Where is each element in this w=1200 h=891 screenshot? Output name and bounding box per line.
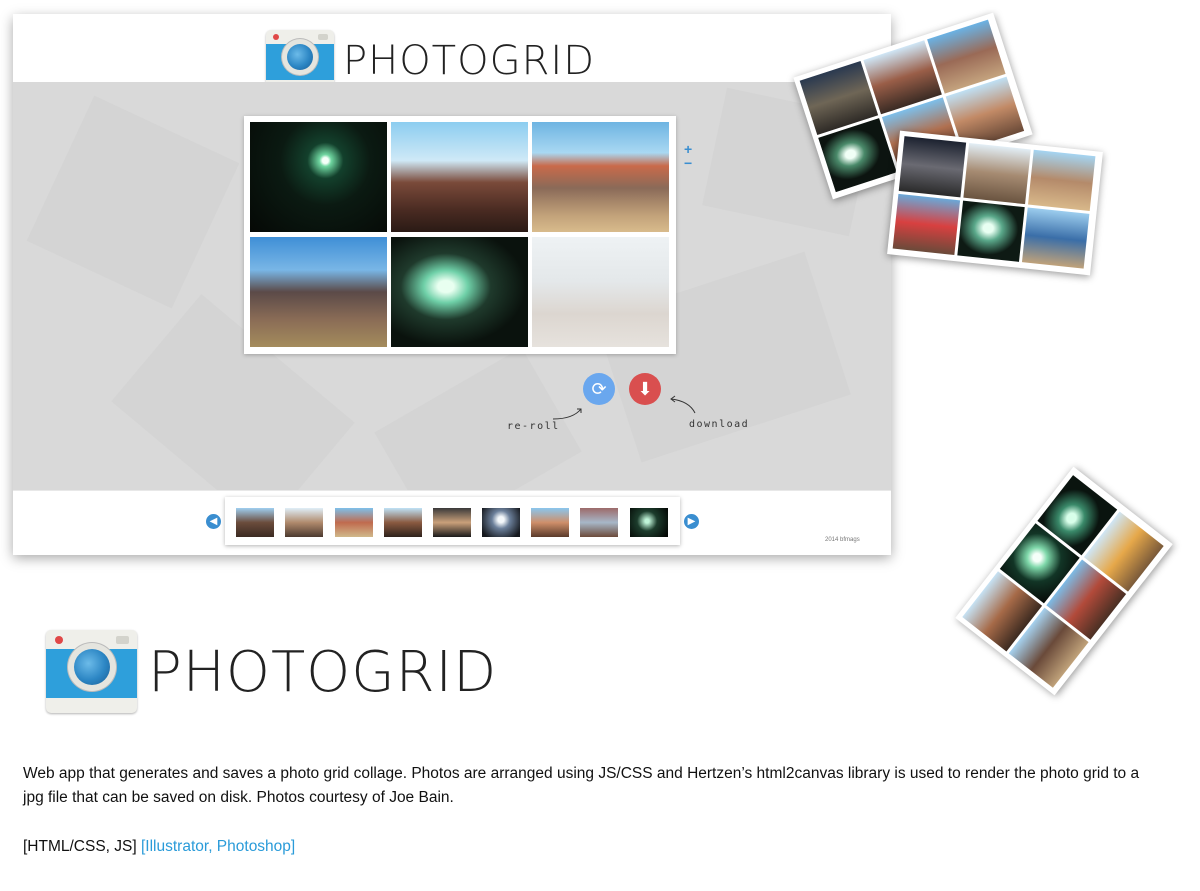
zoom-in-button[interactable]: + <box>684 142 692 156</box>
app-workspace: + − ⟳ ⬇ re-roll download <box>13 82 891 490</box>
grid-photo <box>250 122 387 232</box>
thumbnails-next-button[interactable]: ▶ <box>684 514 699 529</box>
thumbnail[interactable] <box>580 508 618 537</box>
collage-sample-3 <box>955 466 1173 696</box>
collage-sample-2 <box>887 130 1103 276</box>
tools-list: [Illustrator, Photoshop] <box>141 838 296 855</box>
brand-camera-logo-icon <box>46 630 137 713</box>
arrow-right-icon: ▶ <box>687 516 696 527</box>
thumbnail[interactable] <box>482 508 520 537</box>
thumbnail[interactable] <box>236 508 274 537</box>
app-footer: ◀ ▶ 2014 bfmags <box>13 490 891 555</box>
tech-stack: [HTML/CSS, JS] [Illustrator, Photoshop] <box>23 838 295 856</box>
grid-photo <box>391 122 528 232</box>
arrow-left-icon: ◀ <box>209 516 218 527</box>
app-window: PHOTOGRID + − ⟳ ⬇ re-roll download ◀ ▶ 2… <box>13 14 891 555</box>
thumbnail[interactable] <box>630 508 668 537</box>
photo-grid <box>244 116 676 354</box>
tech-list: [HTML/CSS, JS] <box>23 838 137 855</box>
project-description: Web app that generates and saves a photo… <box>23 765 1140 806</box>
zoom-out-button[interactable]: − <box>684 156 692 170</box>
thumbnails-prev-button[interactable]: ◀ <box>206 514 221 529</box>
grid-photo <box>391 237 528 347</box>
thumbnail-strip <box>225 497 680 545</box>
brand-logo-text: PHOTOGRID <box>148 640 498 705</box>
thumbnail[interactable] <box>384 508 422 537</box>
annotation-arrows <box>552 395 696 420</box>
thumbnail[interactable] <box>531 508 569 537</box>
grid-photo <box>532 237 669 347</box>
grid-photo <box>532 122 669 232</box>
thumbnail[interactable] <box>335 508 373 537</box>
thumbnail[interactable] <box>285 508 323 537</box>
app-header: PHOTOGRID <box>13 14 891 92</box>
thumbnail[interactable] <box>433 508 471 537</box>
grid-photo <box>250 237 387 347</box>
copyright-text: 2014 bfmags <box>825 537 860 543</box>
app-logo-text: PHOTOGRID <box>343 38 595 84</box>
